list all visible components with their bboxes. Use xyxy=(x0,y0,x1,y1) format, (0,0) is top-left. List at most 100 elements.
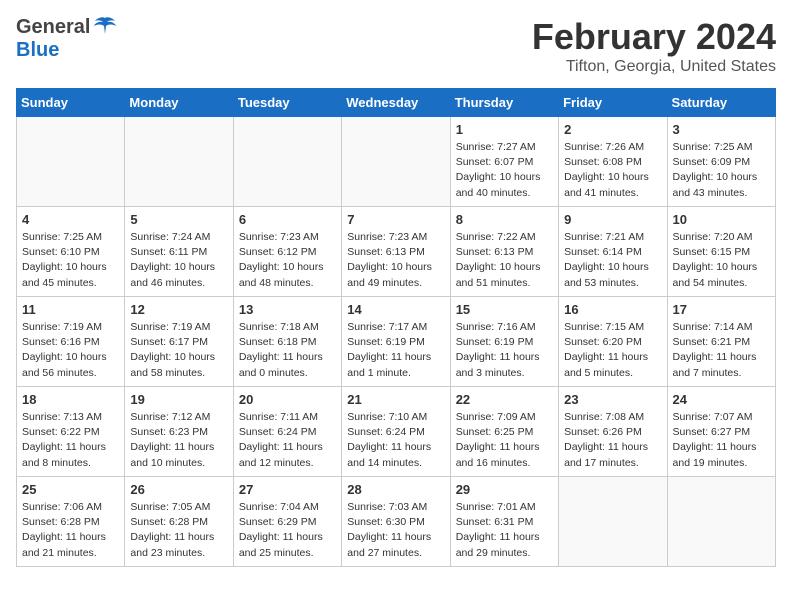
day-info: Sunrise: 7:14 AM Sunset: 6:21 PM Dayligh… xyxy=(673,320,770,381)
col-header-saturday: Saturday xyxy=(667,89,775,117)
day-number: 12 xyxy=(130,302,227,317)
logo: General Blue xyxy=(16,16,117,62)
day-info: Sunrise: 7:27 AM Sunset: 6:07 PM Dayligh… xyxy=(456,140,553,201)
day-info: Sunrise: 7:25 AM Sunset: 6:10 PM Dayligh… xyxy=(22,230,119,291)
calendar-cell: 9 Sunrise: 7:21 AM Sunset: 6:14 PM Daylig… xyxy=(559,207,667,297)
title-section: February 2024 Tifton, Georgia, United St… xyxy=(532,16,776,76)
day-number: 25 xyxy=(22,482,119,497)
day-info: Sunrise: 7:13 AM Sunset: 6:22 PM Dayligh… xyxy=(22,410,119,471)
day-info: Sunrise: 7:19 AM Sunset: 6:16 PM Dayligh… xyxy=(22,320,119,381)
day-info: Sunrise: 7:10 AM Sunset: 6:24 PM Dayligh… xyxy=(347,410,444,471)
day-info: Sunrise: 7:23 AM Sunset: 6:12 PM Dayligh… xyxy=(239,230,336,291)
col-header-friday: Friday xyxy=(559,89,667,117)
calendar-cell: 25 Sunrise: 7:06 AM Sunset: 6:28 PM Dayli… xyxy=(17,477,125,567)
week-row-4: 18 Sunrise: 7:13 AM Sunset: 6:22 PM Dayli… xyxy=(17,387,776,477)
day-number: 13 xyxy=(239,302,336,317)
day-number: 1 xyxy=(456,122,553,137)
day-info: Sunrise: 7:01 AM Sunset: 6:31 PM Dayligh… xyxy=(456,500,553,561)
calendar-cell: 17 Sunrise: 7:14 AM Sunset: 6:21 PM Dayli… xyxy=(667,297,775,387)
day-info: Sunrise: 7:15 AM Sunset: 6:20 PM Dayligh… xyxy=(564,320,661,381)
calendar-cell: 24 Sunrise: 7:07 AM Sunset: 6:27 PM Dayli… xyxy=(667,387,775,477)
day-info: Sunrise: 7:24 AM Sunset: 6:11 PM Dayligh… xyxy=(130,230,227,291)
calendar-cell: 13 Sunrise: 7:18 AM Sunset: 6:18 PM Dayli… xyxy=(233,297,341,387)
calendar-table: SundayMondayTuesdayWednesdayThursdayFrid… xyxy=(16,88,776,567)
calendar-cell: 22Sunrise: 7:09 AM Sunset: 6:25 PM Dayli… xyxy=(450,387,558,477)
calendar-cell: 18 Sunrise: 7:13 AM Sunset: 6:22 PM Dayli… xyxy=(17,387,125,477)
calendar-cell: 3Sunrise: 7:25 AM Sunset: 6:09 PM Daylig… xyxy=(667,117,775,207)
day-info: Sunrise: 7:08 AM Sunset: 6:26 PM Dayligh… xyxy=(564,410,661,471)
calendar-cell: 2 Sunrise: 7:26 AM Sunset: 6:08 PM Daylig… xyxy=(559,117,667,207)
day-info: Sunrise: 7:22 AM Sunset: 6:13 PM Dayligh… xyxy=(456,230,553,291)
day-info: Sunrise: 7:03 AM Sunset: 6:30 PM Dayligh… xyxy=(347,500,444,561)
day-info: Sunrise: 7:11 AM Sunset: 6:24 PM Dayligh… xyxy=(239,410,336,471)
calendar-cell: 8 Sunrise: 7:22 AM Sunset: 6:13 PM Daylig… xyxy=(450,207,558,297)
day-number: 8 xyxy=(456,212,553,227)
day-number: 11 xyxy=(22,302,119,317)
day-info: Sunrise: 7:07 AM Sunset: 6:27 PM Dayligh… xyxy=(673,410,770,471)
calendar-cell: 19 Sunrise: 7:12 AM Sunset: 6:23 PM Dayli… xyxy=(125,387,233,477)
week-row-2: 4 Sunrise: 7:25 AM Sunset: 6:10 PM Daylig… xyxy=(17,207,776,297)
day-number: 14 xyxy=(347,302,444,317)
calendar-cell: 5 Sunrise: 7:24 AM Sunset: 6:11 PM Daylig… xyxy=(125,207,233,297)
calendar-cell: 23 Sunrise: 7:08 AM Sunset: 6:26 PM Dayli… xyxy=(559,387,667,477)
calendar-cell: 27Sunrise: 7:04 AM Sunset: 6:29 PM Dayli… xyxy=(233,477,341,567)
day-info: Sunrise: 7:05 AM Sunset: 6:28 PM Dayligh… xyxy=(130,500,227,561)
day-info: Sunrise: 7:21 AM Sunset: 6:14 PM Dayligh… xyxy=(564,230,661,291)
day-number: 16 xyxy=(564,302,661,317)
day-number: 5 xyxy=(130,212,227,227)
calendar-cell: 20 Sunrise: 7:11 AM Sunset: 6:24 PM Dayli… xyxy=(233,387,341,477)
col-header-tuesday: Tuesday xyxy=(233,89,341,117)
day-number: 18 xyxy=(22,392,119,407)
day-info: Sunrise: 7:20 AM Sunset: 6:15 PM Dayligh… xyxy=(673,230,770,291)
header: General Blue February 2024 Tifton, Georg… xyxy=(16,16,776,76)
day-number: 10 xyxy=(673,212,770,227)
calendar-cell xyxy=(667,477,775,567)
day-number: 28 xyxy=(347,482,444,497)
day-info: Sunrise: 7:18 AM Sunset: 6:18 PM Dayligh… xyxy=(239,320,336,381)
day-number: 23 xyxy=(564,392,661,407)
day-number: 2 xyxy=(564,122,661,137)
day-number: 17 xyxy=(673,302,770,317)
day-info: Sunrise: 7:12 AM Sunset: 6:23 PM Dayligh… xyxy=(130,410,227,471)
col-header-thursday: Thursday xyxy=(450,89,558,117)
col-header-wednesday: Wednesday xyxy=(342,89,450,117)
logo-bird-icon xyxy=(93,16,117,36)
day-info: Sunrise: 7:19 AM Sunset: 6:17 PM Dayligh… xyxy=(130,320,227,381)
col-header-sunday: Sunday xyxy=(17,89,125,117)
day-info: Sunrise: 7:09 AM Sunset: 6:25 PM Dayligh… xyxy=(456,410,553,471)
calendar-cell: 11 Sunrise: 7:19 AM Sunset: 6:16 PM Dayli… xyxy=(17,297,125,387)
day-info: Sunrise: 7:23 AM Sunset: 6:13 PM Dayligh… xyxy=(347,230,444,291)
day-info: Sunrise: 7:17 AM Sunset: 6:19 PM Dayligh… xyxy=(347,320,444,381)
logo-general-text: General xyxy=(16,16,90,39)
col-header-monday: Monday xyxy=(125,89,233,117)
calendar-body: 1 Sunrise: 7:27 AM Sunset: 6:07 PM Daylig… xyxy=(17,117,776,567)
day-number: 9 xyxy=(564,212,661,227)
calendar-header-row: SundayMondayTuesdayWednesdayThursdayFrid… xyxy=(17,89,776,117)
day-number: 4 xyxy=(22,212,119,227)
calendar-cell: 12 Sunrise: 7:19 AM Sunset: 6:17 PM Dayli… xyxy=(125,297,233,387)
day-number: 19 xyxy=(130,392,227,407)
logo-blue-text: Blue xyxy=(16,39,59,61)
week-row-3: 11 Sunrise: 7:19 AM Sunset: 6:16 PM Dayli… xyxy=(17,297,776,387)
week-row-1: 1 Sunrise: 7:27 AM Sunset: 6:07 PM Daylig… xyxy=(17,117,776,207)
day-number: 6 xyxy=(239,212,336,227)
calendar-subtitle: Tifton, Georgia, United States xyxy=(532,58,776,76)
calendar-cell xyxy=(125,117,233,207)
day-info: Sunrise: 7:26 AM Sunset: 6:08 PM Dayligh… xyxy=(564,140,661,201)
calendar-cell: 1 Sunrise: 7:27 AM Sunset: 6:07 PM Daylig… xyxy=(450,117,558,207)
day-info: Sunrise: 7:06 AM Sunset: 6:28 PM Dayligh… xyxy=(22,500,119,561)
calendar-cell: 10 Sunrise: 7:20 AM Sunset: 6:15 PM Dayli… xyxy=(667,207,775,297)
calendar-cell xyxy=(559,477,667,567)
day-number: 24 xyxy=(673,392,770,407)
calendar-cell: 14 Sunrise: 7:17 AM Sunset: 6:19 PM Dayli… xyxy=(342,297,450,387)
day-number: 7 xyxy=(347,212,444,227)
calendar-cell: 29 Sunrise: 7:01 AM Sunset: 6:31 PM Dayli… xyxy=(450,477,558,567)
calendar-cell: 21Sunrise: 7:10 AM Sunset: 6:24 PM Dayli… xyxy=(342,387,450,477)
day-number: 20 xyxy=(239,392,336,407)
calendar-cell xyxy=(233,117,341,207)
calendar-cell: 28 Sunrise: 7:03 AM Sunset: 6:30 PM Dayli… xyxy=(342,477,450,567)
calendar-cell: 4 Sunrise: 7:25 AM Sunset: 6:10 PM Daylig… xyxy=(17,207,125,297)
week-row-5: 25 Sunrise: 7:06 AM Sunset: 6:28 PM Dayli… xyxy=(17,477,776,567)
day-number: 29 xyxy=(456,482,553,497)
day-info: Sunrise: 7:04 AM Sunset: 6:29 PM Dayligh… xyxy=(239,500,336,561)
